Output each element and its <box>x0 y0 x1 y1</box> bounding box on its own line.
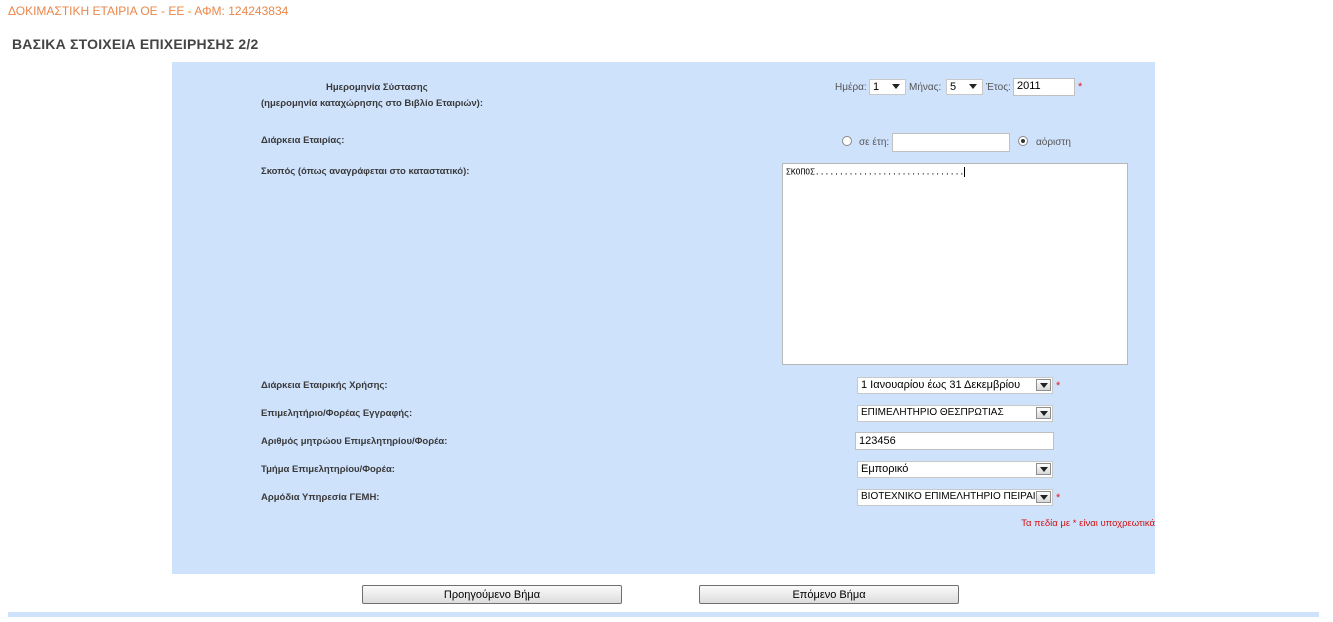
department-label: Τμήμα Επιμελητηρίου/Φορέα: <box>261 464 395 475</box>
footer-divider <box>8 612 1319 617</box>
duration-years-radio[interactable] <box>842 136 852 146</box>
gemi-service-select[interactable]: ΒΙΟΤΕΧΝΙΚΟ ΕΠΙΜΕΛΗΤΗΡΙΟ ΠΕΙΡΑΙΩΣ <box>857 489 1053 506</box>
gemi-service-label: Αρμόδια Υπηρεσία ΓΕΜΗ: <box>261 492 380 503</box>
text-caret <box>964 167 966 177</box>
duration-years-label: σε έτη: <box>859 137 890 148</box>
purpose-label: Σκοπός (όπως αναγράφεται στο καταστατικό… <box>261 166 470 177</box>
chamber-select[interactable]: ΕΠΙΜΕΛΗΤΗΡΙΟ ΘΕΣΠΡΩΤΙΑΣ <box>857 405 1053 422</box>
department-value: Εμπορικό <box>861 463 909 475</box>
chamber-label: Επιμελητήριο/Φορέας Εγγραφής: <box>261 408 413 419</box>
duration-indefinite-radio[interactable] <box>1018 136 1028 146</box>
page-title: ΒΑΣΙΚΑ ΣΤΟΙΧΕΙΑ ΕΠΙΧΕΙΡΗΣΗΣ 2/2 <box>12 36 259 52</box>
company-header: ΔΟΚΙΜΑΣΤΙΚΗ ΕΤΑΙΡΙΑ ΟΕ - ΕΕ - ΑΦΜ: 12424… <box>8 4 289 18</box>
month-select[interactable]: 5 <box>946 79 983 95</box>
month-label: Μήνας: <box>909 82 942 93</box>
next-step-button[interactable]: Επόμενο Βήμα <box>699 585 959 604</box>
chevron-down-icon <box>966 81 981 93</box>
founding-date-sublabel: (ημερομηνία καταχώρησης στο Βιβλίο Εταιρ… <box>261 98 484 109</box>
chevron-down-icon <box>889 81 904 93</box>
duration-indefinite-label: αόριστη <box>1036 137 1071 148</box>
founding-date-label: Ημερομηνία Σύστασης <box>326 82 428 93</box>
required-fields-note: Τα πεδία με * είναι υποχρεωτικά <box>1021 518 1155 529</box>
required-asterisk: * <box>1056 492 1061 504</box>
registry-number-label: Αριθμός μητρώου Επιμελητηρίου/Φορέα: <box>261 436 448 447</box>
chevron-down-icon <box>1036 407 1051 419</box>
fiscal-year-value: 1 Ιανουαρίου έως 31 Δεκεμβρίου <box>861 379 1021 391</box>
registry-number-input[interactable]: 123456 <box>855 432 1054 450</box>
chevron-down-icon <box>1036 463 1051 475</box>
day-select[interactable]: 1 <box>869 79 906 95</box>
duration-years-input[interactable] <box>892 133 1010 152</box>
fiscal-year-label: Διάρκεια Εταιρικής Χρήσης: <box>261 380 388 391</box>
chevron-down-icon <box>1036 379 1051 391</box>
previous-step-button[interactable]: Προηγούμενο Βήμα <box>362 585 622 604</box>
required-asterisk: * <box>1078 81 1083 93</box>
purpose-textarea[interactable]: ΣΚΟΠΟΣ............................... <box>782 163 1128 365</box>
department-select[interactable]: Εμπορικό <box>857 461 1053 478</box>
required-asterisk: * <box>1056 380 1061 392</box>
gemi-service-value: ΒΙΟΤΕΧΝΙΚΟ ΕΠΙΜΕΛΗΤΗΡΙΟ ΠΕΙΡΑΙΩΣ <box>861 491 1037 502</box>
chevron-down-icon <box>1036 491 1051 503</box>
purpose-text: ΣΚΟΠΟΣ............................... <box>786 167 965 177</box>
duration-label: Διάρκεια Εταιρίας: <box>261 135 345 146</box>
day-value: 1 <box>873 81 880 93</box>
chamber-value: ΕΠΙΜΕΛΗΤΗΡΙΟ ΘΕΣΠΡΩΤΙΑΣ <box>861 407 1004 418</box>
fiscal-year-select[interactable]: 1 Ιανουαρίου έως 31 Δεκεμβρίου <box>857 377 1053 394</box>
day-label: Ημέρα: <box>835 82 867 93</box>
year-input[interactable]: 2011 <box>1013 78 1075 96</box>
month-value: 5 <box>950 81 957 93</box>
year-label: Έτος: <box>986 82 1011 93</box>
